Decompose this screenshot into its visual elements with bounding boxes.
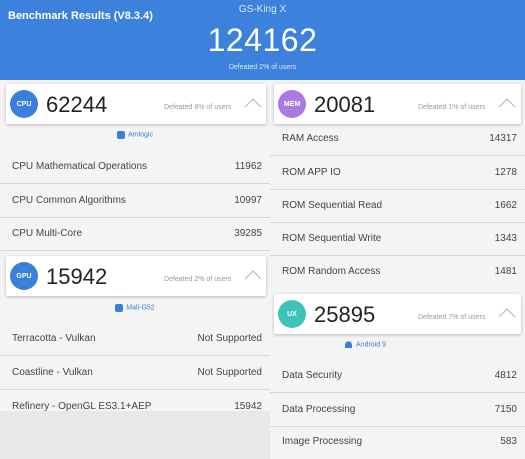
mem-row: RAM Access 14317 (270, 122, 525, 156)
ux-row: Data Security 4812 (270, 359, 525, 393)
mem-score: 20081 (314, 92, 376, 117)
mem-score-card[interactable]: MEM 20081 Defeated 1% of users (274, 84, 521, 124)
gpu-row: Refinery - OpenGL ES3.1+AEP 15942 (12, 401, 262, 412)
gpu-score-card[interactable]: GPU 15942 Defeated 2% of users (6, 256, 266, 296)
mem-row: ROM APP IO 1278 (270, 156, 525, 190)
android-icon (345, 341, 353, 348)
cpu-row: CPU Multi-Core 39285 (0, 217, 270, 251)
gpu-row: Coastline - Vulkan Not Supported (0, 356, 270, 390)
gpu-chip-label: Mali-G52 (0, 304, 270, 312)
total-score: 124162 (207, 22, 318, 58)
cpu-row: CPU Common Algorithms 10997 (0, 184, 270, 218)
ux-badge: UX (278, 300, 306, 328)
cpu-score: 62244 (46, 92, 108, 117)
gpu-badge: GPU (10, 262, 38, 290)
cpu-row: CPU Mathematical Operations 11962 (0, 150, 270, 184)
mem-defeated-text: Defeated 1% of users (418, 104, 486, 111)
mem-row: ROM Random Access 1481 (282, 266, 517, 277)
cpu-badge: CPU (10, 90, 38, 118)
ux-score-card[interactable]: UX 25895 Defeated 7% of users (274, 294, 521, 334)
ux-row: Image Processing 583 (282, 436, 517, 447)
collapse-chevron-icon[interactable] (244, 98, 262, 108)
mem-row: ROM Sequential Write 1343 (270, 222, 525, 256)
cpu-defeated-text: Defeated 8% of users (164, 104, 232, 111)
gpu-defeated-text: Defeated 2% of users (164, 276, 232, 283)
left-column: CPU 62244 Defeated 8% of users Amlogic C… (0, 80, 270, 412)
cpu-chip-label: Amlogic (0, 131, 270, 139)
total-defeated-text: Defeated 2% of users (228, 64, 297, 71)
gpu-row: Terracotta - Vulkan Not Supported (0, 322, 270, 356)
mem-badge: MEM (278, 90, 306, 118)
right-column: MEM 20081 Defeated 1% of users RAM Acces… (270, 80, 525, 459)
ux-defeated-text: Defeated 7% of users (418, 314, 486, 321)
mem-row: ROM Sequential Read 1662 (270, 189, 525, 223)
gpu-score: 15942 (46, 264, 108, 289)
chip-icon (115, 304, 124, 312)
ux-row: Data Processing 7150 (270, 393, 525, 427)
collapse-chevron-icon[interactable] (498, 308, 516, 318)
cpu-score-card[interactable]: CPU 62244 Defeated 8% of users (6, 84, 266, 124)
chip-icon (117, 131, 126, 139)
collapse-chevron-icon[interactable] (244, 270, 262, 280)
collapse-chevron-icon[interactable] (498, 98, 516, 108)
results-header: Benchmark Results (V8.3.4) GS-King X 124… (0, 0, 525, 80)
ux-score: 25895 (314, 302, 376, 327)
ux-os-label: Android 9 (270, 341, 460, 349)
device-name: GS-King X (238, 4, 287, 15)
